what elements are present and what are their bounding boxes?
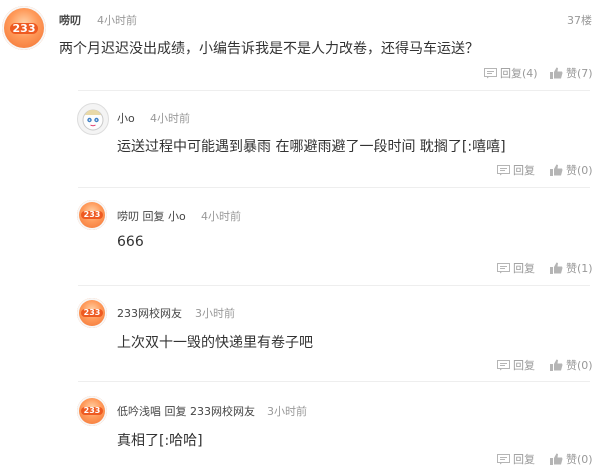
reply-label: 回复 (513, 262, 535, 275)
reply-time: 4小时前 (150, 112, 190, 125)
reply-username[interactable]: 唠叨 回复 小o (117, 208, 186, 224)
avatar[interactable]: 233 (2, 6, 46, 50)
reply-button[interactable]: 回复 (497, 260, 535, 276)
like-button[interactable]: 赞(0) (550, 162, 593, 178)
avatar[interactable]: 233 (77, 396, 107, 426)
reply-button[interactable]: 回复(4) (484, 65, 538, 81)
comment-time: 4小时前 (97, 14, 137, 27)
like-count: 赞(1) (566, 262, 593, 275)
avatar[interactable] (77, 103, 109, 135)
reply-time: 3小时前 (267, 405, 307, 418)
comment-text: 两个月迟迟没出成绩，小编告诉我是不是人力改卷，还得马车运送？ (59, 41, 479, 57)
reply-button[interactable]: 回复 (497, 357, 535, 373)
comment-username[interactable]: 唠叨 (59, 12, 81, 28)
thumbs-up-icon (550, 262, 563, 274)
reply-icon (497, 262, 510, 273)
reply-icon (497, 164, 510, 175)
like-count: 赞(0) (566, 453, 593, 466)
comment-floor: 37楼 (567, 14, 592, 27)
divider (78, 285, 590, 286)
avatar[interactable]: 233 (77, 200, 107, 230)
reply-username[interactable]: 小o (117, 110, 135, 126)
divider (78, 187, 590, 188)
thumbs-up-icon (550, 67, 563, 79)
like-count: 赞(0) (566, 164, 593, 177)
like-button[interactable]: 赞(7) (550, 65, 593, 81)
reply-username[interactable]: 低吟浅唱 回复 233网校网友 (117, 403, 255, 419)
thumbs-up-icon (550, 164, 563, 176)
reply-icon (497, 359, 510, 370)
reply-button[interactable]: 回复 (497, 162, 535, 178)
reply-icon (484, 67, 497, 78)
reply-text: 运送过程中可能遇到暴雨 在哪避雨避了一段时间 耽搁了[:嘻嘻] (117, 139, 506, 155)
like-button[interactable]: 赞(1) (550, 260, 593, 276)
avatar[interactable]: 233 (77, 298, 107, 328)
reply-text: 真相了[:哈哈] (117, 433, 203, 449)
reply-label: 回复 (513, 164, 535, 177)
divider (78, 90, 590, 91)
reply-time: 3小时前 (195, 307, 235, 320)
cartoon-avatar-icon (82, 109, 104, 131)
like-button[interactable]: 赞(0) (550, 357, 593, 373)
reply-text: 666 (117, 234, 144, 250)
like-count: 赞(7) (566, 67, 593, 80)
reply-text: 上次双十一毁的快递里有卷子吧 (117, 335, 313, 351)
reply-time: 4小时前 (201, 210, 241, 223)
like-button[interactable]: 赞(0) (550, 451, 593, 467)
thumbs-up-icon (550, 453, 563, 465)
reply-button[interactable]: 回复 (497, 451, 535, 467)
reply-count: 回复(4) (500, 67, 538, 80)
reply-label: 回复 (513, 453, 535, 466)
divider (78, 381, 590, 382)
thumbs-up-icon (550, 359, 563, 371)
reply-label: 回复 (513, 359, 535, 372)
reply-username[interactable]: 233网校网友 (117, 305, 182, 321)
reply-icon (497, 453, 510, 464)
like-count: 赞(0) (566, 359, 593, 372)
